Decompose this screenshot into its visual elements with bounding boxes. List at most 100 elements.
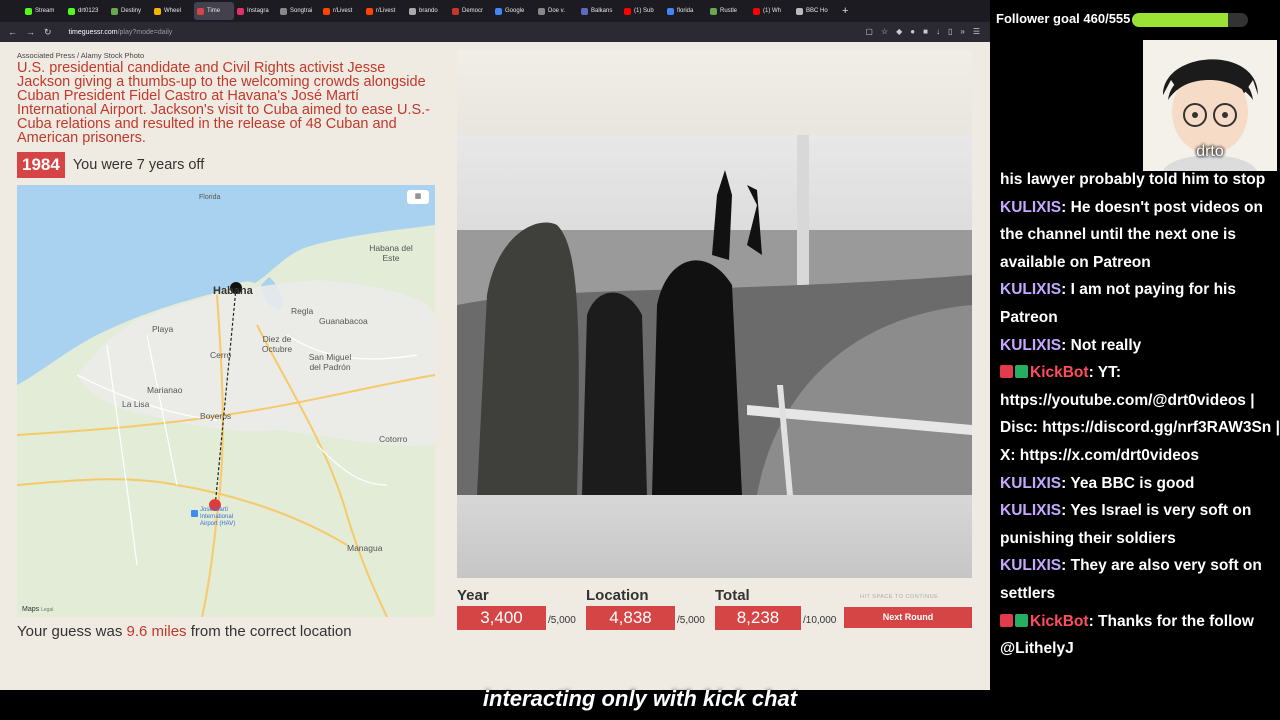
map-label-marianao: Marianao [147, 385, 183, 395]
tab-label: drt0123 [78, 8, 99, 14]
reader-icon[interactable]: ▢ [865, 27, 873, 36]
chat-separator: : [1061, 557, 1071, 575]
tab-favicon-icon [796, 7, 803, 15]
tab-favicon-icon [323, 7, 330, 15]
back-icon[interactable]: ← [8, 27, 17, 37]
result-map[interactable]: ▦ Florida Habana Habana del Este Playa R… [17, 185, 435, 617]
tab-favicon-icon [280, 7, 287, 15]
bookmark-star-icon[interactable]: ☆ [881, 27, 888, 36]
tab-favicon-icon [154, 7, 161, 15]
tab-favicon-icon [197, 7, 204, 15]
browser-tab[interactable]: r/Livest [320, 2, 363, 20]
tab-favicon-icon [409, 7, 416, 15]
chat-username[interactable]: KULIXIS [1000, 475, 1061, 492]
map-label-boyeros: Boyeros [200, 411, 232, 421]
chat-username[interactable]: KickBot [1030, 613, 1089, 630]
tab-favicon-icon [710, 7, 717, 15]
chat-text: Yea BBC is good [1070, 474, 1195, 492]
browser-tab[interactable]: florida [664, 2, 707, 20]
tab-favicon-icon [753, 7, 760, 15]
map-label-cerro: Cerro [210, 350, 232, 360]
chat-username[interactable]: KULIXIS [1000, 502, 1061, 519]
stream-subtitle: interacting only with kick chat [482, 686, 798, 711]
download-icon[interactable]: ↓ [936, 27, 940, 36]
overflow-icon[interactable]: » [960, 27, 964, 36]
map-label-la-lisa: La Lisa [122, 399, 150, 409]
browser-tab[interactable]: Democr [449, 2, 492, 20]
browser-tab[interactable]: Time [194, 2, 234, 20]
browser-tab[interactable]: Stream [22, 2, 65, 20]
year-off-text: You were 7 years off [72, 157, 205, 173]
browser-tab[interactable]: Songtrai [277, 2, 320, 20]
browser-tab[interactable]: Rustle [707, 2, 750, 20]
chat-username[interactable]: KULIXIS [1000, 337, 1061, 354]
chat-username[interactable]: KULIXIS [1000, 281, 1061, 298]
browser-tab[interactable]: Destiny [108, 2, 151, 20]
tab-label: (1) Wh [763, 8, 781, 14]
photo-graphic [457, 135, 972, 495]
browser-tab[interactable]: Google [492, 2, 535, 20]
map-layers-button[interactable]: ▦ [407, 190, 429, 204]
tab-favicon-icon [538, 7, 545, 15]
browser-tab-bar: Stream drt0123 Destiny Wheel Time Instagra Son… [0, 0, 990, 22]
chat-separator: : [1061, 502, 1071, 520]
reload-icon[interactable]: ↻ [44, 27, 52, 38]
location-score: Location 4,838/5,000 [586, 587, 705, 630]
map-label-habana-del-este: Habana del Este [369, 243, 413, 263]
browser-tab[interactable]: Wheel [151, 2, 194, 20]
tab-favicon-icon [68, 7, 75, 15]
next-round-button[interactable]: Next Round [844, 607, 972, 628]
browser-tab[interactable]: Instagra [234, 2, 277, 20]
tab-label: Rustle [720, 8, 738, 14]
chat-separator: : [1061, 281, 1071, 299]
browser-tab[interactable]: brando [406, 2, 449, 20]
extension-icon[interactable]: ● [910, 27, 915, 36]
browser-tab[interactable]: drt0123 [65, 2, 108, 20]
streamer-name: drto [1196, 143, 1224, 160]
verified-badge-icon [1015, 365, 1028, 379]
chat-username[interactable]: KULIXIS [1000, 557, 1061, 574]
tab-favicon-icon [111, 7, 118, 15]
chat-username[interactable]: KULIXIS [1000, 199, 1061, 216]
map-label-airport: José Martí International Airport (HAV) [200, 507, 236, 527]
toolbar-icons: ▢ ☆ ◆ ● ■ ↓ ▯ » ☰ [865, 27, 980, 36]
browser-tab[interactable]: (1) Sub [621, 2, 664, 20]
tab-favicon-icon [495, 7, 502, 15]
chat-separator: : [1061, 336, 1071, 354]
follower-goal-bar [1132, 13, 1248, 27]
tab-label: florida [677, 8, 694, 14]
total-score: Total 8,238/10,000 [715, 587, 836, 630]
forward-icon[interactable]: → [26, 27, 35, 37]
browser-tab[interactable]: Balkans [578, 2, 621, 20]
browser-tab[interactable]: r/Livest [363, 2, 406, 20]
tab-label: Balkans [591, 8, 613, 14]
chat-text: his lawyer probably told him to stop [1000, 171, 1266, 188]
chat-message: KULIXIS: Not really [1000, 332, 1280, 360]
tab-label: brando [419, 8, 438, 14]
sidebar-icon[interactable]: ▯ [948, 27, 952, 36]
menu-icon[interactable]: ☰ [973, 27, 980, 36]
webcam-avatar: drto [1143, 40, 1277, 171]
year-score: Year 3,400/5,000 [457, 587, 576, 630]
chat-text: Not really [1070, 336, 1142, 354]
browser-tab[interactable]: (1) Wh [750, 2, 793, 20]
year-score-max: /5,000 [548, 615, 576, 626]
verified-badge-icon [1015, 613, 1028, 627]
extension-icon[interactable]: ■ [923, 27, 928, 36]
location-score-value: 4,838 [586, 606, 675, 630]
url-field[interactable]: timeguessr.com/play?mode=daily [69, 29, 173, 36]
tab-label: r/Livest [333, 8, 353, 14]
photo-blur-bottom [457, 495, 972, 578]
browser-tab[interactable]: Doe v. [535, 2, 578, 20]
guess-distance-text: Your guess was 9.6 miles from the correc… [17, 623, 352, 640]
tab-favicon-icon [25, 7, 32, 15]
guess-distance-value: 9.6 miles [126, 623, 187, 640]
tab-favicon-icon [667, 7, 674, 15]
new-tab-icon[interactable]: + [842, 5, 848, 17]
chat-separator: : [1061, 198, 1071, 216]
chat-username[interactable]: KickBot [1030, 364, 1089, 381]
tab-favicon-icon [237, 7, 244, 15]
browser-tab[interactable]: BBC Ho [793, 2, 836, 20]
tab-favicon-icon [452, 7, 459, 15]
extension-icon[interactable]: ◆ [896, 27, 902, 36]
